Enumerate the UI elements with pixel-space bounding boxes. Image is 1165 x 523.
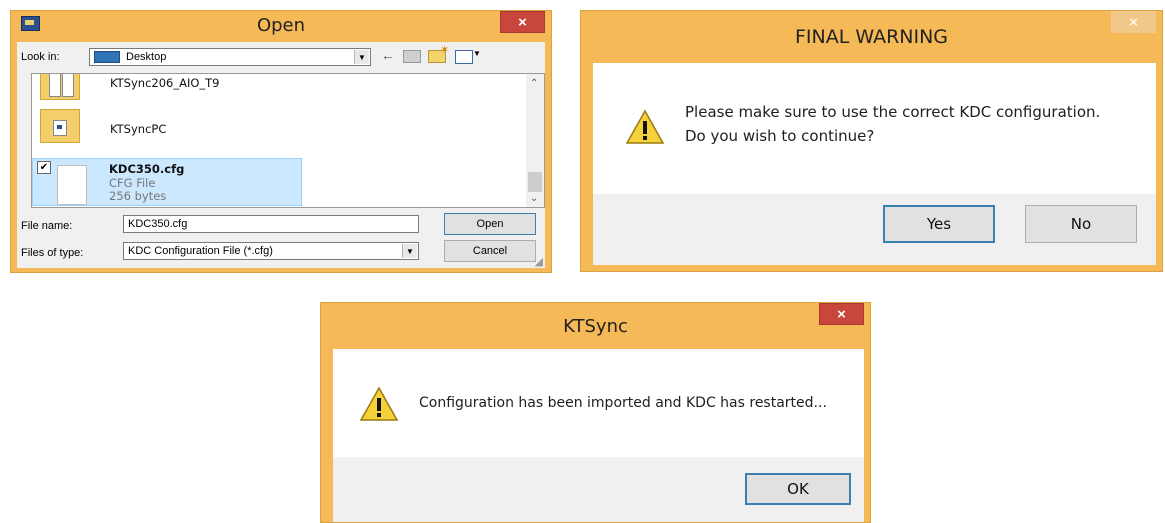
dialog-title: Open	[256, 14, 306, 36]
look-in-value: Desktop	[126, 51, 167, 63]
chevron-down-icon[interactable]: ▼	[402, 244, 417, 258]
file-list[interactable]: KTSync206_AIO_T9 KTSyncPC ✔ KDC350.cfg C…	[31, 73, 545, 208]
scroll-up-icon[interactable]: ⌃	[530, 78, 538, 89]
close-icon: ×	[837, 305, 846, 323]
no-button-label: No	[1070, 215, 1092, 233]
dialog-title: KTSync	[563, 315, 628, 337]
message-text: Configuration has been imported and KDC …	[419, 395, 827, 411]
cancel-button-label: Cancel	[472, 245, 508, 257]
folder-icon	[40, 74, 80, 100]
dialog-client: Configuration has been imported and KDC …	[333, 349, 864, 522]
yes-button-label: Yes	[926, 215, 952, 233]
files-of-type-label: Files of type:	[21, 247, 84, 259]
file-type: CFG File	[109, 176, 156, 190]
warning-icon	[625, 109, 665, 144]
resize-grip-icon[interactable]: ◢	[535, 255, 543, 268]
file-name-label: File name:	[21, 220, 73, 232]
close-button[interactable]: ×	[819, 303, 864, 325]
file-name: KDC350.cfg	[109, 162, 185, 176]
open-button-label: Open	[476, 218, 504, 230]
file-icon	[57, 165, 87, 205]
close-icon: ×	[1129, 13, 1138, 31]
final-warning-dialog: FINAL WARNING × Please make sure to use …	[580, 10, 1163, 272]
ok-button[interactable]: OK	[745, 473, 851, 505]
desktop-icon	[94, 51, 120, 63]
message-area: Please make sure to use the correct KDC …	[593, 63, 1156, 194]
checkbox[interactable]: ✔	[37, 161, 51, 174]
message-area: Configuration has been imported and KDC …	[333, 349, 864, 457]
new-folder-star-icon: ✶	[440, 44, 450, 56]
close-button[interactable]: ×	[1111, 11, 1156, 33]
file-name-value: KDC350.cfg	[128, 218, 188, 230]
open-button[interactable]: Open	[444, 213, 536, 235]
view-menu-icon[interactable]	[455, 50, 473, 64]
ok-button-label: OK	[787, 480, 809, 498]
close-icon: ×	[518, 13, 527, 31]
folder-icon	[40, 109, 80, 143]
no-button[interactable]: No	[1025, 205, 1137, 243]
view-menu-chevron-icon[interactable]: ▼	[473, 49, 481, 58]
warning-icon	[359, 386, 399, 421]
dialog-title: FINAL WARNING	[794, 26, 949, 48]
message-line-1: Please make sure to use the correct KDC …	[685, 103, 1101, 121]
chevron-down-icon[interactable]: ▼	[354, 50, 369, 64]
up-folder-icon[interactable]	[403, 50, 421, 63]
dialog-client: Please make sure to use the correct KDC …	[593, 63, 1156, 265]
open-dialog: Open × Look in: Desktop ▼ ← ✶ ▼ KTSync20	[10, 10, 552, 273]
back-arrow-icon[interactable]: ←	[381, 47, 395, 63]
close-button[interactable]: ×	[500, 11, 545, 33]
look-in-combo[interactable]: Desktop ▼	[89, 48, 371, 66]
cancel-button[interactable]: Cancel	[444, 240, 536, 262]
dialog-client: Look in: Desktop ▼ ← ✶ ▼ KTSync206_AIO_T…	[17, 42, 545, 268]
files-of-type-combo[interactable]: KDC Configuration File (*.cfg) ▼	[123, 242, 419, 260]
vertical-scrollbar[interactable]: ⌃ ⌄	[526, 74, 544, 207]
scroll-down-icon[interactable]: ⌄	[530, 193, 538, 204]
file-name: KTSync206_AIO_T9	[110, 76, 220, 90]
files-of-type-value: KDC Configuration File (*.cfg)	[128, 245, 273, 257]
scroll-thumb[interactable]	[528, 172, 542, 192]
file-size: 256 bytes	[109, 189, 167, 203]
file-name: KTSyncPC	[110, 122, 167, 136]
message-line-2: Do you wish to continue?	[685, 127, 875, 145]
ktsync-dialog: KTSync × Configuration has been imported…	[320, 302, 871, 523]
file-name-input[interactable]: KDC350.cfg	[123, 215, 419, 233]
look-in-label: Look in:	[21, 51, 60, 63]
list-item-selected[interactable]: ✔ KDC350.cfg CFG File 256 bytes	[32, 158, 302, 206]
yes-button[interactable]: Yes	[883, 205, 995, 243]
